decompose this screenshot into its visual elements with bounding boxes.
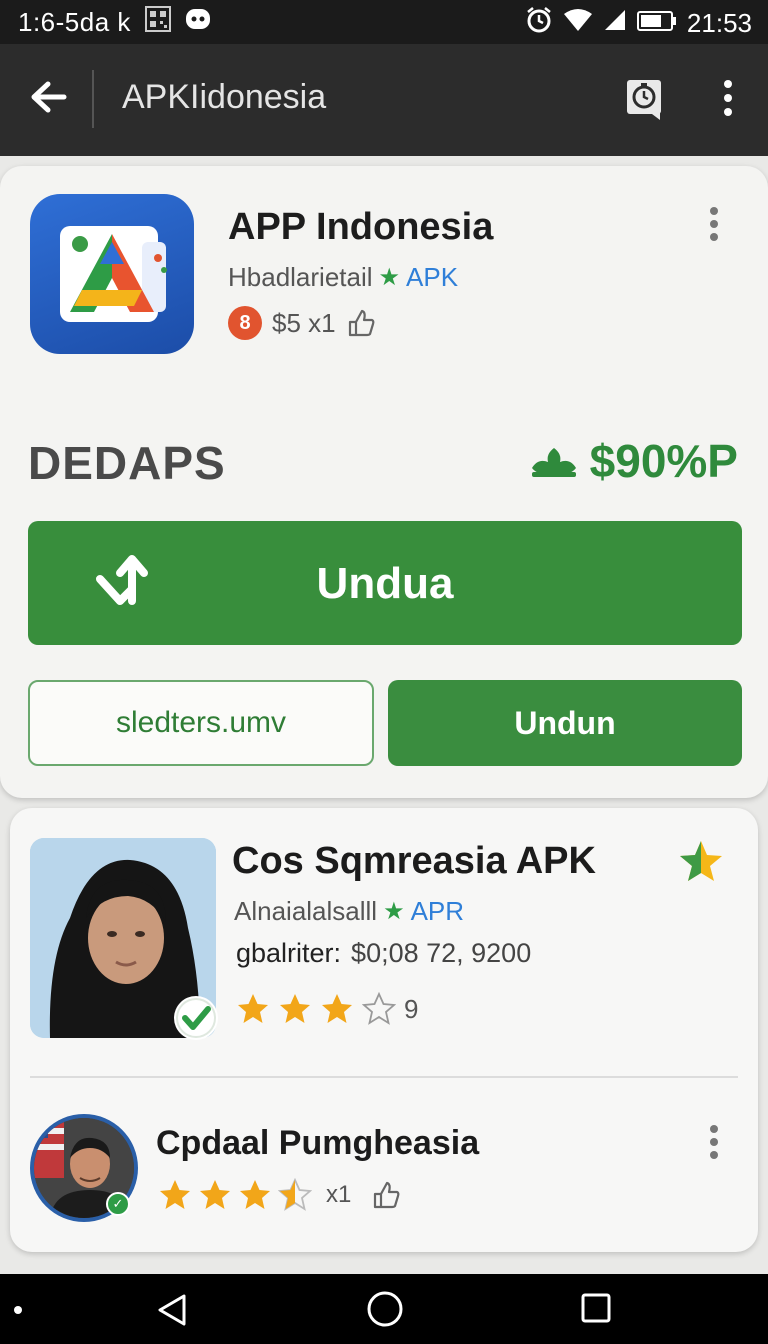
app-detail-card: APP Indonesia Hbadlarietail ★ APK 8 $5 x…	[0, 166, 768, 798]
back-button[interactable]	[26, 74, 72, 120]
age-badge-icon: 8	[228, 306, 262, 340]
app-meta-row: 8 $5 x1	[228, 306, 376, 340]
star-outline-icon	[362, 992, 396, 1025]
list-item-more-button[interactable]	[706, 1124, 722, 1164]
status-clock: 21:53	[686, 8, 752, 38]
thumbs-up-icon[interactable]	[371, 1180, 401, 1210]
list-item-price: gbalriter: $0;08 72, 9200	[236, 938, 531, 969]
app-meta-text: $5 x1	[272, 307, 336, 338]
star-filled-icon	[322, 994, 352, 1023]
secondary-link-button[interactable]: sledters.umv	[28, 680, 374, 766]
price-wrap: $90%P	[530, 434, 738, 488]
overflow-menu-button[interactable]	[712, 78, 744, 118]
list-item-developer: Alnaialalsalll	[234, 896, 378, 926]
apk-tag: APK	[406, 262, 459, 292]
status-left: 1:6-5da k	[18, 6, 211, 39]
star-filled-icon	[240, 1180, 270, 1209]
app-logo-icon	[30, 194, 194, 354]
qr-icon	[144, 6, 171, 39]
card-more-button[interactable]	[706, 206, 722, 246]
nav-back-button[interactable]	[154, 1292, 190, 1328]
star-filled-icon	[238, 994, 268, 1023]
more-vert-icon	[724, 80, 732, 116]
download-label: Unduа	[316, 559, 454, 608]
more-vert-icon	[710, 1125, 718, 1159]
list-item-title[interactable]: Cos Sqmreasia APK	[232, 840, 596, 883]
list-item-developer-row: Alnaialalsalll ★ APR	[234, 896, 464, 927]
related-list-card: Cos Sqmreasia APK Alnaialalsalll ★ APR g…	[10, 808, 758, 1252]
signal-icon	[603, 8, 627, 39]
timer-button[interactable]	[624, 74, 664, 122]
star-filled-icon	[280, 994, 310, 1023]
app-bar-divider	[92, 70, 94, 128]
avatar-verified-icon: ✓	[106, 1192, 130, 1216]
app-developer-row: Hbadlarietail ★ APK	[228, 262, 458, 293]
app-bar-title: APKIidonesia	[122, 78, 327, 116]
leaf-icon	[531, 448, 576, 477]
star-filled-icon	[200, 1180, 230, 1209]
verified-check-icon	[174, 996, 218, 1040]
favorite-star-icon[interactable]	[678, 838, 724, 884]
list-item-meta: x1	[326, 1181, 352, 1208]
thumbs-up-icon[interactable]	[346, 308, 376, 338]
star-icon: ★	[378, 264, 401, 291]
app-developer[interactable]: Hbadlarietail	[228, 262, 373, 293]
rating-count: 9	[404, 993, 419, 1024]
more-vert-icon	[710, 207, 718, 241]
list-item-rating: x1	[158, 1178, 401, 1212]
download-button[interactable]: Unduа	[28, 521, 742, 645]
list-item-title[interactable]: Cpdaal Pumgheasia	[156, 1124, 479, 1163]
list-divider	[30, 1076, 738, 1078]
star-half-icon	[278, 1178, 312, 1211]
nav-home-button[interactable]	[366, 1290, 404, 1328]
star-filled-icon	[160, 1180, 190, 1209]
messenger-icon	[185, 7, 211, 38]
app-bar: APKIidonesia	[0, 44, 768, 156]
status-time: 1:6-5da k	[18, 7, 131, 37]
battery-icon	[636, 8, 677, 39]
price-value: $90%P	[589, 435, 738, 487]
list-item-tag: APR	[410, 896, 465, 926]
undun-button[interactable]: Undun	[388, 680, 742, 766]
timer-icon	[627, 80, 661, 120]
system-nav-bar	[0, 1274, 768, 1344]
price-label: gbalriter:	[236, 938, 342, 968]
app-name: APP Indonesia	[228, 206, 494, 248]
price-values: $0;08 72, 9200	[351, 938, 532, 968]
circle-home-icon	[367, 1291, 403, 1327]
status-bar: 1:6-5da k 21:53	[0, 0, 768, 44]
square-recents-icon	[581, 1293, 611, 1323]
list-item-rating: 9	[236, 992, 418, 1026]
alarm-icon	[525, 6, 553, 41]
section-title: DEDAPS	[28, 437, 226, 489]
nav-recents-button[interactable]	[580, 1292, 612, 1324]
star-icon: ★	[383, 898, 405, 925]
nav-dot-indicator	[14, 1306, 22, 1314]
status-right: 21:53	[525, 6, 752, 41]
arrow-left-icon	[31, 81, 67, 113]
wifi-icon	[563, 8, 593, 39]
triangle-back-icon	[158, 1294, 186, 1326]
